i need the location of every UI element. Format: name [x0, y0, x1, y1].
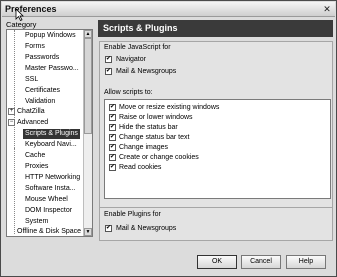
category-item-software-installation[interactable]: Software Insta...: [25, 184, 76, 194]
expand-chatzilla-icon[interactable]: +: [8, 108, 15, 115]
plugins-group-title: Enable Plugins for: [104, 211, 161, 218]
category-item-validation[interactable]: Validation: [25, 97, 55, 107]
navigator-label: Navigator: [116, 56, 146, 63]
panel-title: Scripts & Plugins: [98, 20, 333, 37]
allow-scripts-title: Allow scripts to:: [104, 89, 153, 96]
hide-status-bar-label: Hide the status bar: [119, 124, 178, 131]
mail-newsgroups-js-checkbox[interactable]: ✔: [105, 68, 112, 75]
category-item-master-password[interactable]: Master Passwo...: [25, 64, 79, 74]
scroll-down-arrow-icon[interactable]: ▼: [84, 228, 92, 236]
raise-lower-checkbox[interactable]: ✔: [109, 114, 116, 121]
category-item-passwords[interactable]: Passwords: [25, 53, 59, 63]
category-item-dom-inspector[interactable]: DOM Inspector: [25, 206, 72, 216]
change-images-checkbox[interactable]: ✔: [109, 144, 116, 151]
cancel-button[interactable]: Cancel: [241, 255, 281, 269]
change-images-label: Change images: [119, 144, 169, 151]
category-item-forms[interactable]: Forms: [25, 42, 45, 52]
close-icon[interactable]: ✕: [322, 4, 332, 14]
raise-lower-label: Raise or lower windows: [119, 114, 193, 121]
create-change-cookies-checkbox[interactable]: ✔: [109, 154, 116, 161]
mail-newsgroups-plugins-checkbox[interactable]: ✔: [105, 225, 112, 232]
category-item-advanced[interactable]: Advanced: [17, 118, 48, 128]
create-change-cookies-label: Create or change cookies: [119, 154, 199, 161]
category-item-popup-windows[interactable]: Popup Windows: [25, 31, 76, 41]
category-item-certificates[interactable]: Certificates: [25, 86, 60, 96]
collapse-advanced-icon[interactable]: −: [8, 119, 15, 126]
read-cookies-label: Read cookies: [119, 164, 162, 171]
change-status-text-checkbox[interactable]: ✔: [109, 134, 116, 141]
category-label: Category: [6, 20, 37, 29]
tree-scrollbar[interactable]: ▲ ▼: [83, 30, 92, 236]
preferences-window: Preferences ✕ Category Popup Windows For…: [0, 0, 337, 277]
category-item-ssl[interactable]: SSL: [25, 75, 38, 85]
read-cookies-checkbox[interactable]: ✔: [109, 164, 116, 171]
allow-scripts-list[interactable]: ✔ Move or resize existing windows ✔ Rais…: [104, 99, 331, 199]
hide-status-bar-checkbox[interactable]: ✔: [109, 124, 116, 131]
category-item-mouse-wheel[interactable]: Mouse Wheel: [25, 195, 68, 205]
scroll-up-arrow-icon[interactable]: ▲: [84, 30, 92, 38]
tree-guide-line: [14, 148, 15, 234]
scroll-thumb[interactable]: [84, 38, 92, 134]
mail-newsgroups-plugins-label: Mail & Newsgroups: [116, 225, 177, 232]
ok-button[interactable]: OK: [197, 255, 237, 269]
category-item-cache[interactable]: Cache: [25, 151, 45, 161]
category-item-proxies[interactable]: Proxies: [25, 162, 48, 172]
window-title: Preferences: [5, 4, 57, 14]
category-item-chatzilla[interactable]: ChatZilla: [17, 107, 45, 117]
title-bar[interactable]: Preferences ✕: [2, 2, 335, 17]
help-button[interactable]: Help: [286, 255, 326, 269]
category-item-system[interactable]: System: [25, 217, 48, 227]
move-resize-label: Move or resize existing windows: [119, 104, 220, 111]
category-item-http-networking[interactable]: HTTP Networking: [25, 173, 80, 183]
mail-newsgroups-js-label: Mail & Newsgroups: [116, 68, 177, 75]
category-item-offline-disk-space[interactable]: Offline & Disk Space: [17, 227, 81, 236]
category-item-scripts-plugins[interactable]: Scripts & Plugins: [23, 129, 80, 139]
category-tree[interactable]: Popup Windows Forms Passwords Master Pas…: [6, 29, 93, 237]
category-item-keyboard-navigation[interactable]: Keyboard Navi...: [25, 140, 77, 150]
javascript-group-title: Enable JavaScript for: [104, 44, 171, 51]
navigator-checkbox[interactable]: ✔: [105, 56, 112, 63]
change-status-text-label: Change status bar text: [119, 134, 190, 141]
move-resize-checkbox[interactable]: ✔: [109, 104, 116, 111]
